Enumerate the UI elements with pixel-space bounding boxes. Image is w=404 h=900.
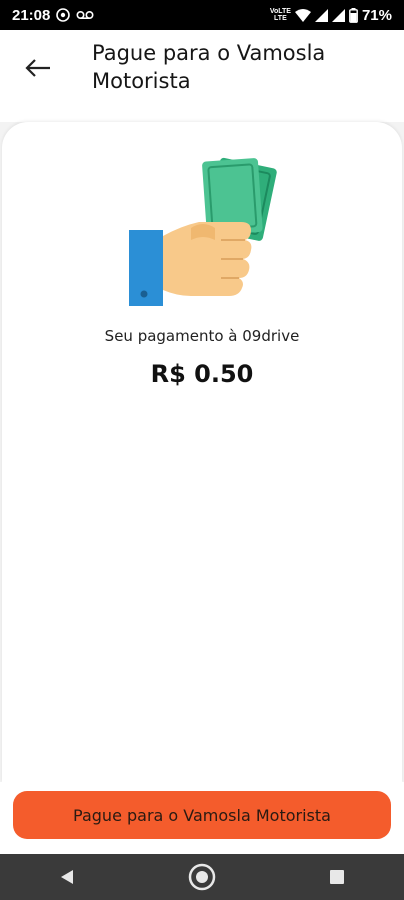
- hand-with-money-icon: $: [129, 156, 277, 312]
- system-nav-bar: [0, 854, 404, 900]
- status-left: 21:08: [12, 7, 94, 24]
- back-button[interactable]: [18, 50, 58, 86]
- arrow-left-icon: [25, 58, 51, 78]
- volte-icon: VoLTE LTE: [269, 8, 291, 22]
- nav-back-button[interactable]: [37, 857, 97, 897]
- nav-back-icon: [60, 869, 74, 885]
- voicemail-icon: [76, 9, 94, 21]
- payment-amount: R$ 0.50: [150, 360, 254, 388]
- page-title: Pague para o Vamosla Motorista: [92, 41, 326, 93]
- nav-home-button[interactable]: [172, 857, 232, 897]
- payment-card: $ Seu pagamento à 09drive R$ 0.50: [2, 122, 402, 782]
- signal-icon: [314, 8, 328, 22]
- nav-home-icon: [187, 862, 217, 892]
- nav-recents-icon: [329, 870, 344, 884]
- signal-icon: [331, 8, 345, 22]
- wifi-icon: [294, 8, 311, 22]
- pay-button[interactable]: Pague para o Vamosla Motorista: [13, 791, 391, 839]
- battery-icon: [349, 7, 358, 23]
- status-bar: 21:08 VoLTE LTE 71%: [0, 0, 404, 30]
- payment-label: Seu pagamento à 09drive: [104, 327, 300, 345]
- cast-icon: [56, 8, 71, 22]
- status-time: 21:08: [12, 6, 51, 24]
- app-header: Pague para o Vamosla Motorista: [0, 30, 404, 122]
- nav-recents-button[interactable]: [307, 857, 367, 897]
- footer: Pague para o Vamosla Motorista: [0, 782, 404, 854]
- status-right: VoLTE LTE 71%: [270, 7, 392, 24]
- battery-percent: 71%: [361, 6, 392, 24]
